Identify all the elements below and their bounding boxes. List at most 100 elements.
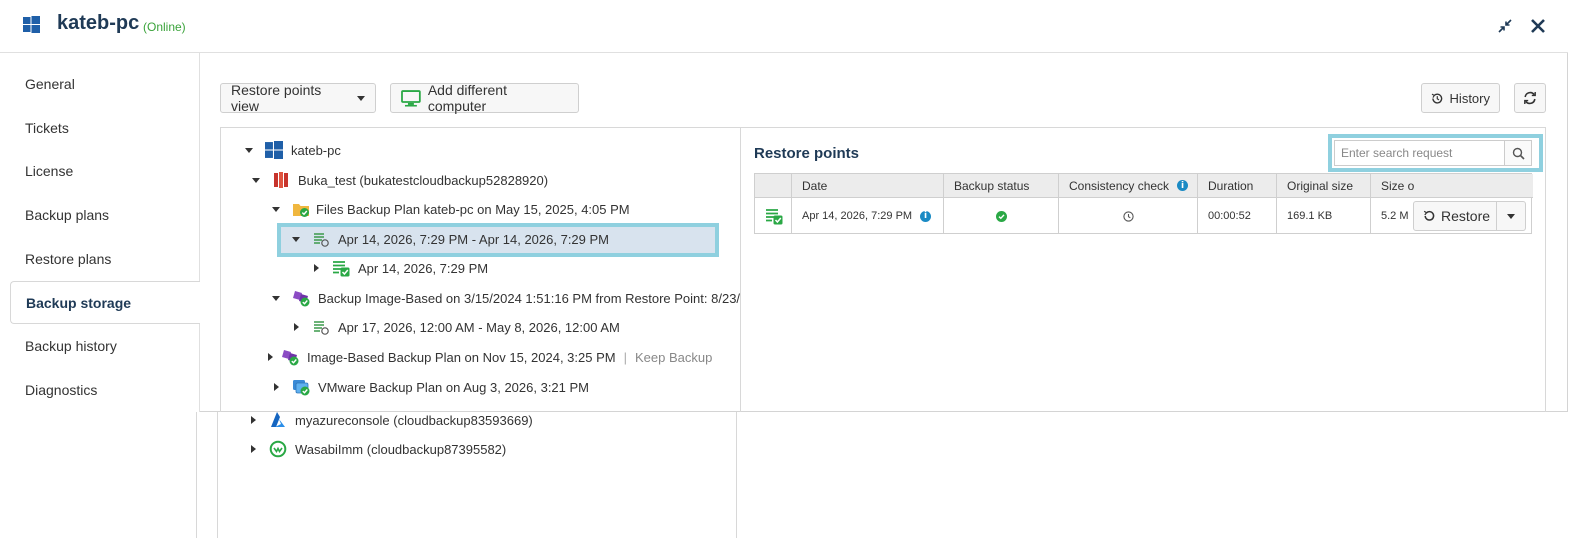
azure-icon xyxy=(271,412,285,427)
chevron-down-icon xyxy=(1507,213,1515,219)
retention-note: Keep Backup for xyxy=(634,349,715,365)
expand-toggle[interactable] xyxy=(268,201,284,217)
files-list-icon xyxy=(314,233,329,247)
restore-dropdown-button[interactable] xyxy=(1496,201,1526,231)
table-row-icon-cell xyxy=(755,198,792,234)
view-select-label: Restore points view xyxy=(231,82,322,114)
search-button[interactable] xyxy=(1504,140,1532,166)
restore-label: Restore xyxy=(1441,208,1491,224)
table-row-backup-status xyxy=(944,198,1059,234)
expand-toggle[interactable] xyxy=(268,290,284,306)
clock-icon xyxy=(1122,210,1134,222)
online-status: (Online) xyxy=(143,20,186,34)
column-header-label: Consistency check xyxy=(1069,178,1170,193)
tree-node-label: Apr 17, 2026, 12:00 AM - May 8, 2026, 12… xyxy=(338,319,620,335)
column-header-size[interactable]: Size o xyxy=(1371,174,1533,198)
add-computer-button[interactable]: Add different computer xyxy=(390,82,579,114)
tree-node-point-1[interactable]: Apr 14, 2026, 7:29 PM xyxy=(308,257,488,279)
image-plan-icon xyxy=(282,350,299,366)
sidebar-item-diagnostics[interactable]: Diagnostics xyxy=(10,368,200,411)
tree-node-image-plan-2[interactable]: Image-Based Backup Plan on Nov 15, 2024,… xyxy=(268,346,715,368)
wasabi-icon xyxy=(269,440,287,458)
refresh-button[interactable] xyxy=(1514,83,1546,113)
folder-plan-icon xyxy=(293,204,309,217)
close-icon xyxy=(1531,19,1545,33)
page-title: kateb-pc xyxy=(57,12,140,34)
restore-icon xyxy=(1423,210,1435,221)
column-header-icon xyxy=(755,174,792,198)
tree-node-azure[interactable]: myazureconsole (cloudbackup83593669) xyxy=(245,409,533,431)
tree-node-computer[interactable]: kateb-pc xyxy=(241,139,341,161)
info-icon[interactable]: i xyxy=(920,210,932,222)
column-header-original-size[interactable]: Original size xyxy=(1277,174,1371,198)
view-select[interactable]: Restore points view xyxy=(220,82,376,114)
sidebar-item-backup-history[interactable]: Backup history xyxy=(10,324,200,367)
restore-point-ok-icon xyxy=(333,261,350,277)
sidebar-item-license[interactable]: License xyxy=(10,149,200,192)
window-header: kateb-pc (Online) xyxy=(0,0,1568,53)
restore-button[interactable]: Restore xyxy=(1413,201,1497,231)
success-check-icon xyxy=(995,210,1007,222)
tree-node-label: Buka_test (bukatestcloudbackup52828920) xyxy=(298,172,549,188)
tree-node-label: Image-Based Backup Plan on Nov 15, 2024,… xyxy=(307,349,616,365)
restore-points-title: Restore points xyxy=(754,145,860,162)
table-row-duration: 00:00:52 xyxy=(1198,198,1277,234)
column-header-backup-status[interactable]: Backup status xyxy=(944,174,1059,198)
expand-toggle[interactable] xyxy=(308,260,324,276)
column-header-consistency-check[interactable]: Consistency check i xyxy=(1059,174,1198,198)
tree-panel-border xyxy=(217,412,218,538)
expand-toggle[interactable] xyxy=(248,172,264,188)
search-icon xyxy=(1512,147,1525,160)
tree-node-vmware-plan[interactable]: VMware Backup Plan on Aug 3, 2026, 3:21 … xyxy=(268,376,589,398)
tree-node-label: Backup Image-Based on 3/15/2024 1:51:16 … xyxy=(318,290,741,306)
info-icon[interactable]: i xyxy=(1177,180,1189,191)
table-row-date: Apr 14, 2026, 7:29 PM i xyxy=(792,198,944,234)
computer-details-window: kateb-pc (Online) General Tickets Licens… xyxy=(0,0,1568,412)
restore-point-ok-icon xyxy=(766,209,783,225)
column-header-date[interactable]: Date xyxy=(792,174,944,198)
row-date-value: Apr 14, 2026, 7:29 PM xyxy=(802,210,913,222)
refresh-icon xyxy=(1524,91,1536,105)
expand-toggle[interactable] xyxy=(241,142,257,158)
tree-node-files-plan[interactable]: Files Backup Plan kateb-pc on May 15, 20… xyxy=(268,198,630,220)
history-label: History xyxy=(1449,90,1490,106)
tree-node-label: VMware Backup Plan on Aug 3, 2026, 3:21 … xyxy=(318,379,590,395)
image-plan-icon xyxy=(293,291,310,307)
sidebar-item-general[interactable]: General xyxy=(10,62,200,105)
sidebar: General Tickets License Backup plans Res… xyxy=(0,53,200,412)
expand-toggle[interactable] xyxy=(288,319,304,335)
table-row-size: 5.2 M xyxy=(1381,210,1409,222)
tree-node-storage[interactable]: Buka_test (bukatestcloudbackup52828920) xyxy=(248,169,548,191)
history-icon xyxy=(1431,93,1443,104)
sidebar-divider xyxy=(196,412,197,538)
expand-toggle[interactable] xyxy=(268,349,273,365)
amazon-s3-icon xyxy=(274,172,288,188)
collapse-icon xyxy=(1498,19,1512,33)
history-button[interactable]: History xyxy=(1421,83,1500,113)
windows-icon xyxy=(23,16,40,33)
add-computer-label: Add different computer xyxy=(427,82,507,114)
monitor-icon xyxy=(401,89,421,107)
tree-node-range-2[interactable]: Apr 17, 2026, 12:00 AM - May 8, 2026, 12… xyxy=(288,316,620,338)
sidebar-item-restore-plans[interactable]: Restore plans xyxy=(10,237,200,280)
tree-node-image-plan[interactable]: Backup Image-Based on 3/15/2024 1:51:16 … xyxy=(268,287,740,309)
tree-node-wasabi[interactable]: WasabiImm (cloudbackup87395582) xyxy=(245,438,506,460)
expand-toggle[interactable] xyxy=(245,441,261,457)
collapse-button[interactable] xyxy=(1493,14,1517,38)
sidebar-item-backup-plans[interactable]: Backup plans xyxy=(10,193,200,236)
right-panel-border xyxy=(736,412,737,538)
separator: | xyxy=(623,349,627,365)
sidebar-item-tickets[interactable]: Tickets xyxy=(10,106,200,149)
close-button[interactable] xyxy=(1526,14,1550,38)
table-row-consistency-check xyxy=(1059,198,1198,234)
sidebar-item-backup-storage[interactable]: Backup storage xyxy=(10,281,200,324)
column-header-duration[interactable]: Duration xyxy=(1198,174,1277,198)
expand-toggle[interactable] xyxy=(245,412,261,428)
tree-node-label: Apr 14, 2026, 7:29 PM - Apr 14, 2026, 7:… xyxy=(338,231,610,247)
vmware-plan-icon xyxy=(293,380,310,396)
search-input[interactable] xyxy=(1334,140,1505,166)
expand-toggle[interactable] xyxy=(268,379,284,395)
expand-toggle[interactable] xyxy=(288,231,304,247)
tree-node-range-1[interactable]: Apr 14, 2026, 7:29 PM - Apr 14, 2026, 7:… xyxy=(288,228,609,250)
windows-icon xyxy=(265,141,283,159)
